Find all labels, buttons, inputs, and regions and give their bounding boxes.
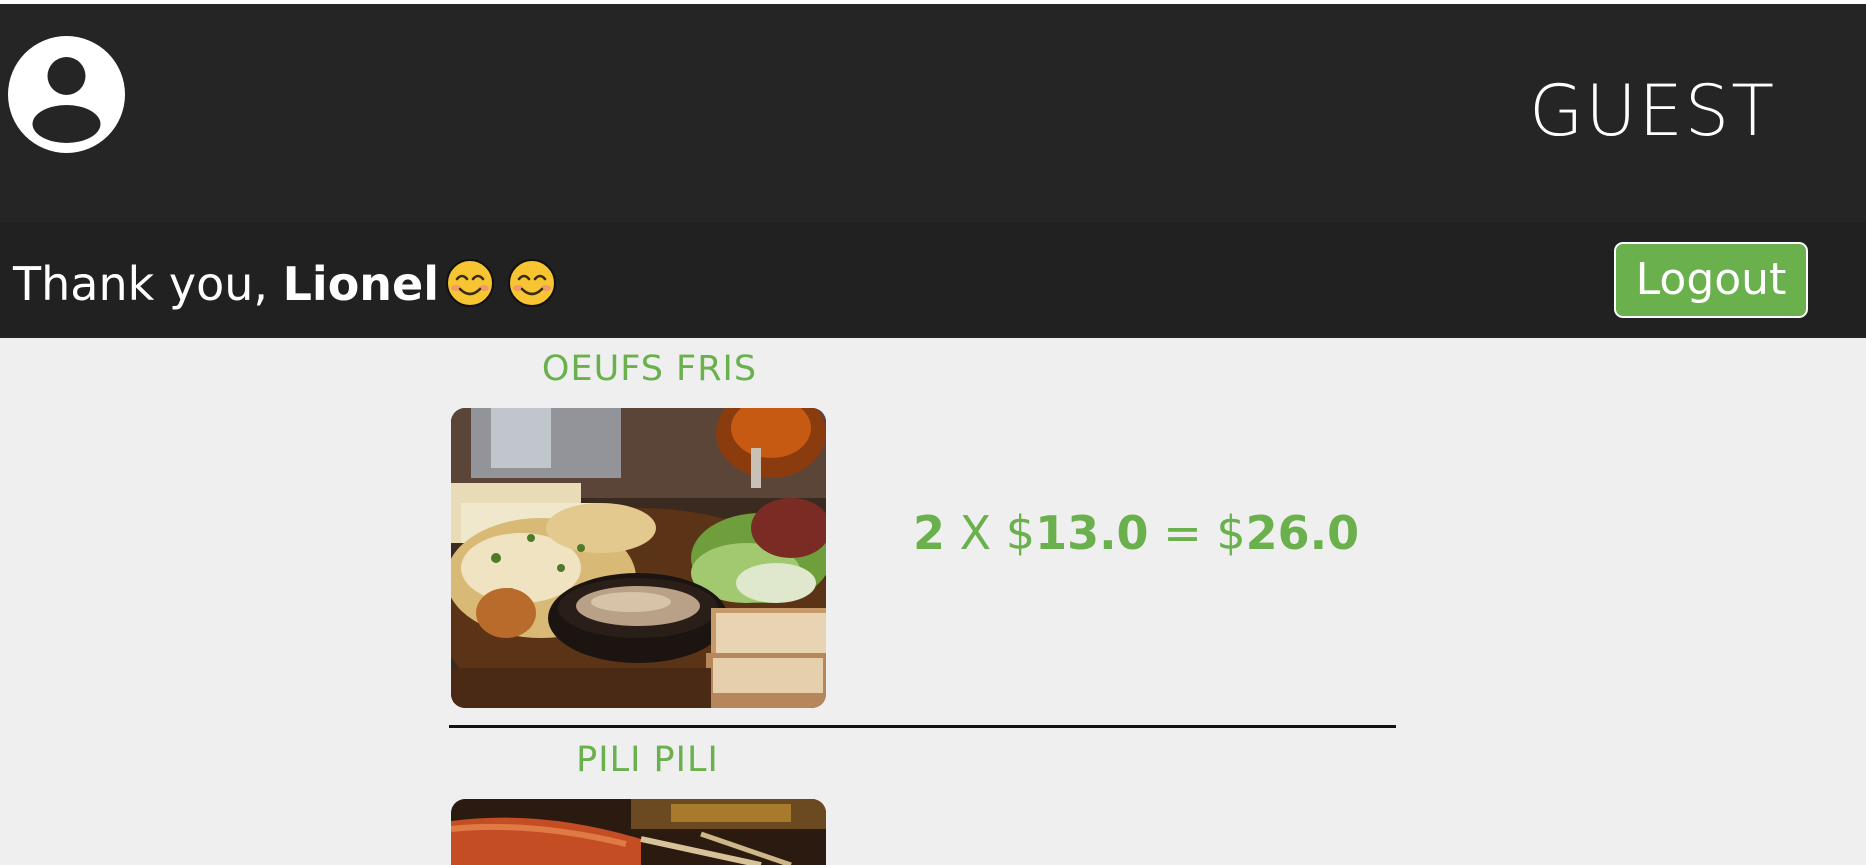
multiply-sign: X [959,506,992,560]
smiling-face-icon [446,259,495,307]
unit-price: 13.0 [1035,506,1149,560]
smiling-face-icon [508,259,557,307]
dish-image [451,799,826,865]
role-label: GUEST [1529,70,1776,152]
currency-symbol: $ [1005,506,1036,560]
logout-button[interactable]: Logout [1614,242,1808,318]
item-divider [449,725,1396,728]
dish-image [451,408,826,708]
dish-title: PILI PILI [576,740,719,780]
item-quantity: 2 [913,506,946,560]
thank-you-message: Thank you, Lionel [13,256,557,312]
dish-title: OEUFS FRIS [541,349,758,389]
thank-you-prefix: Thank you, [13,257,283,311]
user-name: Lionel [282,257,440,311]
app-header: GUEST [0,4,1866,222]
equals-sign: = [1163,506,1202,560]
currency-symbol: $ [1216,506,1246,560]
line-total: 2 X $13.0 = $26.0 [913,505,1359,561]
item-total: 26.0 [1245,506,1360,560]
user-circle-icon[interactable] [8,36,125,153]
